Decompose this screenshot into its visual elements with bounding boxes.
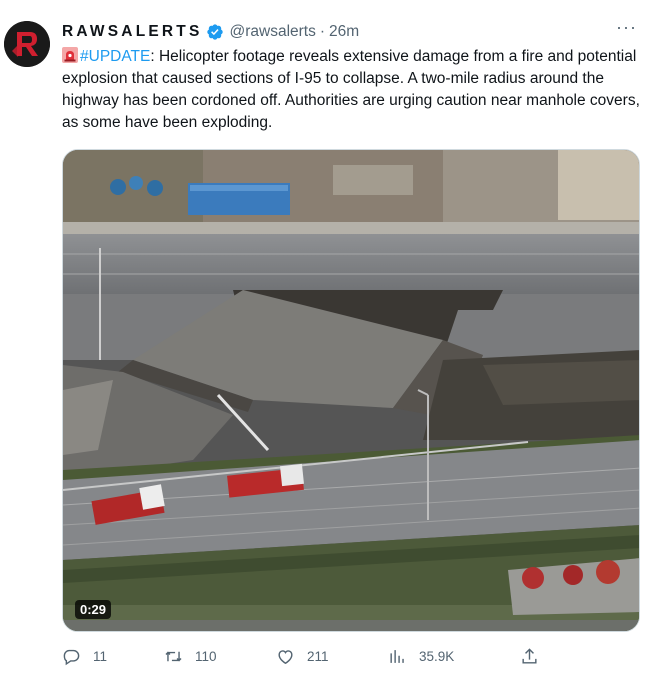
siren-icon [62,47,78,63]
separator: · [319,23,326,40]
video-thumbnail [63,150,639,631]
timestamp[interactable]: 26m [329,23,359,41]
video-duration: 0:29 [75,600,112,619]
avatar[interactable] [4,21,50,67]
views-count: 35.9K [419,649,455,664]
share-button[interactable] [520,647,551,666]
rawsalerts-logo [4,21,50,67]
video-player[interactable]: 0:29 [62,149,640,632]
like-icon [278,650,293,665]
display-name[interactable]: RAWSALERTS [62,23,203,41]
retweet-count: 110 [195,649,217,664]
reply-icon [63,649,80,666]
like-count: 211 [307,649,329,664]
retweet-button[interactable]: 110 [164,647,217,666]
like-button[interactable]: 211 [276,647,329,666]
reply-button[interactable]: 11 [62,647,107,666]
tweet-text: #UPDATE: Helicopter footage reveals exte… [62,46,642,134]
tweet[interactable]: RAWSALERTS @rawsalerts · 26m ··· #UPDATE… [0,0,657,687]
retweet-icon [165,651,182,662]
reply-count: 11 [93,649,108,664]
verified-icon [206,24,223,40]
more-options-button[interactable]: ··· [616,17,637,38]
share-icon [522,648,537,664]
hashtag-link[interactable]: #UPDATE [80,48,150,65]
tweet-header: RAWSALERTS @rawsalerts · 26m ··· [62,17,637,43]
views-icon [390,650,404,663]
handle[interactable]: @rawsalerts [230,23,316,41]
action-bar: 11 110 211 35.9K [62,647,562,671]
views-button[interactable]: 35.9K [388,647,454,666]
